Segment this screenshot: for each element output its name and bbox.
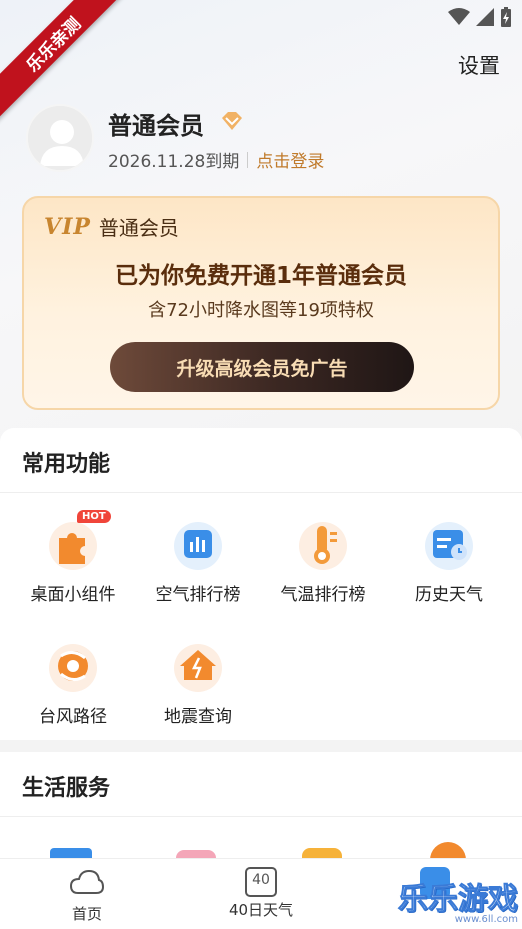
func-earthquake-query[interactable]: 地震查询 [133,640,263,727]
func-label: 台风路径 [39,707,107,727]
vip-card[interactable]: VIP 普通会员 已为你免费开通1年普通会员 含72小时降水图等19项特权 升级… [22,196,500,410]
func-label: 地震查询 [164,707,232,727]
func-label: 气温排行榜 [280,585,366,605]
avatar[interactable] [26,104,94,172]
func-desktop-widget[interactable]: HOT 桌面小组件 [8,510,138,605]
watermark: 乐乐游戏 www.6ll.com [398,874,519,926]
history-calendar-icon [425,522,473,570]
func-label: 历史天气 [415,585,483,605]
nav-label: 首页 [71,905,102,923]
bar-chart-icon [174,522,222,570]
section-title: 生活服务 [22,776,111,801]
vip-type-label: 普通会员 [98,216,179,240]
wifi-icon [448,8,470,25]
vip-card-header: VIP 普通会员 [44,212,179,241]
nav-40day-weather[interactable]: 40 40日天气 [196,867,326,920]
watermark-text: 乐乐游戏 [398,882,519,918]
puzzle-icon [49,522,97,570]
earthquake-house-icon [174,644,222,692]
calendar-icon: 40 [245,867,277,897]
battery-icon [501,7,511,27]
nav-home[interactable]: 首页 [22,867,152,924]
func-label: 桌面小组件 [30,585,116,605]
func-air-ranking[interactable]: 空气排行榜 [133,518,263,605]
thermometer-icon [299,522,347,570]
divider [0,492,522,493]
vip-card-subtitle: 含72小时降水图等19项特权 [148,300,374,321]
login-link[interactable]: 点击登录 [256,147,324,172]
vip-card-title: 已为你免费开通1年普通会员 [114,263,407,289]
divider [247,151,249,168]
section-title: 常用功能 [22,452,111,477]
calendar-icon-text: 40 [252,872,270,888]
typhoon-icon [49,644,97,692]
life-services-panel: 生活服务 [0,752,522,862]
nav-label: 40日天气 [228,901,294,919]
hot-badge: HOT [77,510,111,523]
user-level-name: 普通会员 [108,112,204,140]
cloud-icon [69,869,105,894]
upgrade-vip-button[interactable]: 升级高级会员免广告 [110,342,414,392]
func-history-weather[interactable]: 历史天气 [384,518,514,605]
common-functions-panel: 常用功能 HOT 桌面小组件 空气排行榜 气温排行榜 历史天气 台风路径 地震查… [0,428,522,740]
signal-icon [476,8,494,26]
expire-date: 2026.11.28到期 [108,152,240,172]
func-typhoon-path[interactable]: 台风路径 [8,640,138,727]
settings-button[interactable]: 设置 [458,50,500,80]
vip-logo: VIP [44,213,91,240]
expire-line: 2026.11.28到期 点击登录 [108,147,324,172]
divider [0,816,522,817]
status-bar [448,6,512,28]
func-label: 空气排行榜 [155,585,241,605]
diamond-icon [222,112,242,130]
func-temp-ranking[interactable]: 气温排行榜 [258,518,388,605]
